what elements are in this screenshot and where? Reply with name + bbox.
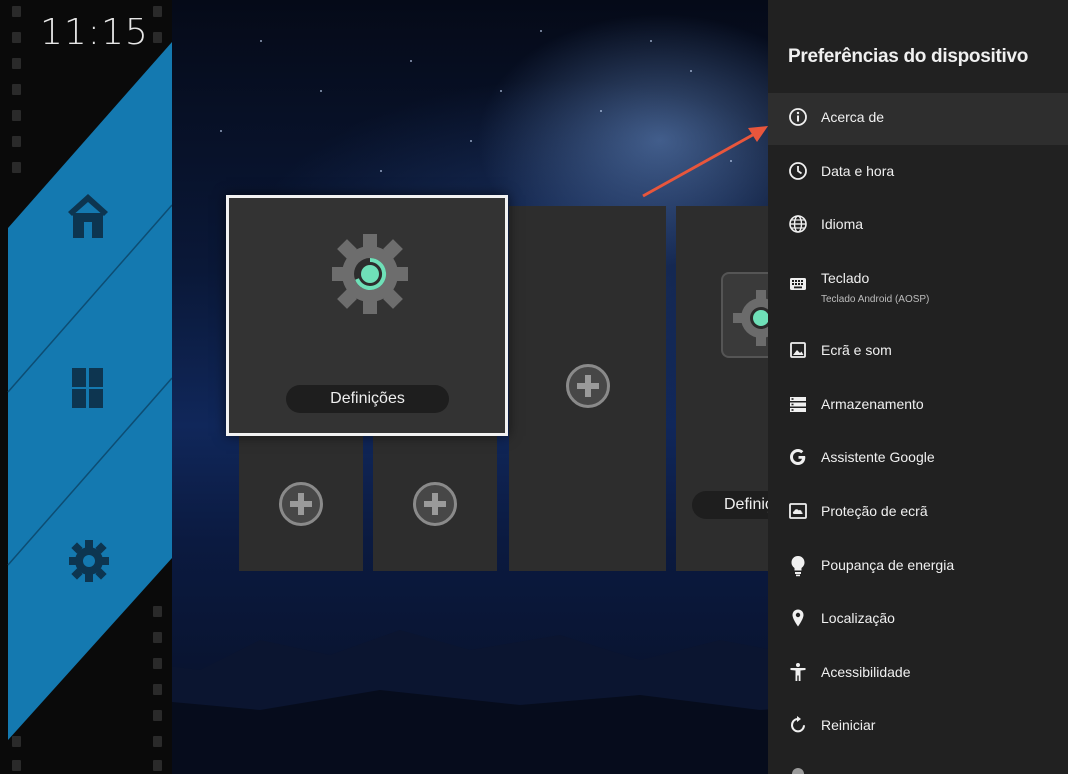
menu-item-label: Poupança de energia (821, 557, 955, 573)
device-preferences-panel: Preferências do dispositivo Acerca de Da… (768, 0, 1068, 774)
gear-icon (69, 540, 109, 582)
menu-item-ecra-e-som[interactable]: Ecrã e som (768, 326, 1068, 378)
menu-item-label: Localização (821, 610, 895, 626)
menu-item-protecao-de-ecra[interactable]: Proteção de ecrã (768, 487, 1068, 539)
menu-item-acerca-de[interactable]: Acerca de (768, 93, 1068, 145)
add-app-tile[interactable] (373, 436, 497, 571)
gear-icon (733, 290, 768, 346)
menu-item-teclado[interactable]: Teclado Teclado Android (AOSP) (768, 260, 1068, 312)
screensaver-icon (789, 503, 807, 519)
menu-item-assistente-google[interactable]: Assistente Google (768, 433, 1068, 485)
menu-item-label: Reiniciar (821, 717, 876, 733)
partial-menu-icon (792, 768, 804, 774)
sidebar-item-home[interactable] (66, 192, 110, 238)
sidebar-item-settings[interactable] (68, 538, 112, 582)
sidebar: 11:15 (0, 0, 172, 774)
menu-item-label: Acessibilidade (821, 664, 911, 680)
panel-title: Preferências do dispositivo (788, 46, 1029, 67)
menu-item-label: Ecrã e som (821, 342, 892, 358)
lightbulb-icon (791, 556, 805, 577)
menu-item-idioma[interactable]: Idioma (768, 200, 1068, 252)
menu-item-sublabel: Teclado Android (AOSP) (821, 294, 930, 305)
tile-label: Definições (286, 385, 449, 413)
menu-item-label: Teclado (821, 270, 870, 286)
globe-icon (789, 215, 807, 233)
gear-icon (332, 234, 408, 314)
menu-item-label: Acerca de (821, 109, 885, 125)
menu-item-poupanca-de-energia[interactable]: Poupança de energia (768, 541, 1068, 593)
settings-app-tile-partial[interactable]: Definiçõ (676, 206, 768, 571)
add-icon (413, 482, 457, 526)
settings-app-tile[interactable]: Definições (226, 195, 508, 436)
info-icon (789, 108, 807, 126)
keyboard-icon (790, 278, 806, 290)
clock-icon (789, 162, 807, 180)
google-icon (790, 449, 806, 465)
menu-item-label: Idioma (821, 216, 864, 232)
tile-label: Definiçõ (692, 491, 768, 519)
annotation-arrow (642, 126, 768, 198)
menu-item-label: Assistente Google (821, 449, 935, 465)
clock: 11:15 (40, 12, 149, 53)
location-pin-icon (792, 609, 804, 627)
add-icon (566, 364, 610, 408)
menu-item-armazenamento[interactable]: Armazenamento (768, 380, 1068, 432)
menu-item-label: Proteção de ecrã (821, 503, 928, 519)
add-app-tile[interactable] (509, 206, 666, 571)
menu-item-reiniciar[interactable]: Reiniciar (768, 701, 1068, 753)
menu-item-localizacao[interactable]: Localização (768, 594, 1068, 646)
add-icon (279, 482, 323, 526)
settings-app-icon (721, 272, 768, 358)
apps-grid-icon (72, 368, 103, 408)
sidebar-item-apps[interactable] (70, 366, 114, 410)
image-icon (790, 342, 806, 358)
menu-item-label: Armazenamento (821, 396, 924, 412)
add-app-tile[interactable] (239, 436, 363, 571)
accessibility-icon (790, 663, 806, 681)
restart-icon (790, 716, 805, 733)
menu-item-data-e-hora[interactable]: Data e hora (768, 147, 1068, 199)
menu-item-label: Data e hora (821, 163, 895, 179)
menu-item-acessibilidade[interactable]: Acessibilidade (768, 648, 1068, 700)
storage-icon (790, 397, 806, 412)
home-icon (68, 194, 108, 238)
